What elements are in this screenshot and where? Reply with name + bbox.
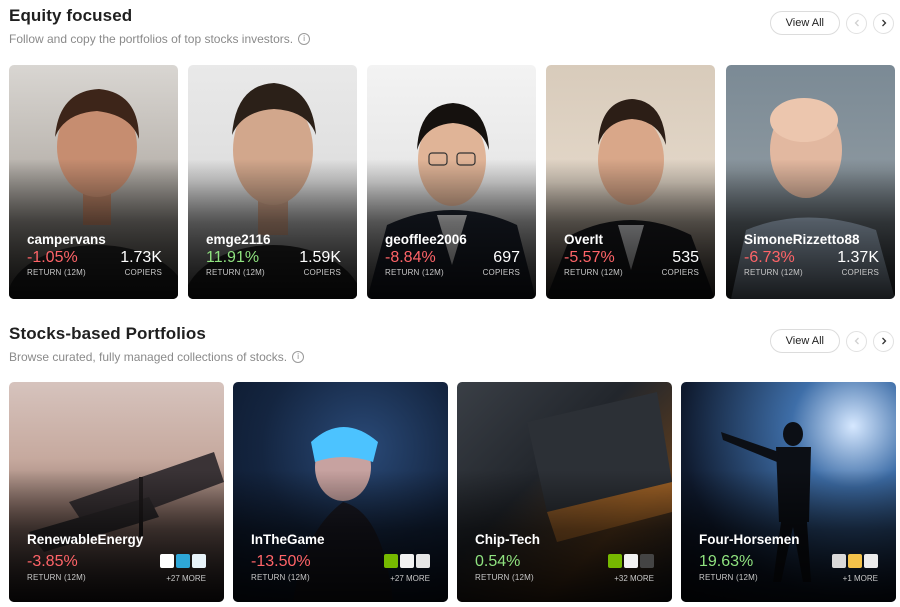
holding-logos [160,554,206,568]
holding-logo-icon [160,554,174,568]
copiers-label: COPIERS [482,268,520,277]
copiers-count: 535 [672,249,699,266]
portfolio-name: Chip-Tech [475,532,540,547]
portfolio-return: -13.50% [251,553,311,570]
return-label: RETURN (12M) [251,573,310,582]
return-label: RETURN (12M) [744,268,803,277]
copiers-count: 1.73K [120,249,162,266]
stocks-section-title: Stocks-based Portfolios [9,324,206,343]
return-label: RETURN (12M) [475,573,534,582]
investor-card-campervans[interactable]: campervans -1.05% RETURN (12M) 1.73K COP… [9,65,178,299]
copiers-label: COPIERS [661,268,699,277]
stocks-prev-button[interactable] [846,330,867,352]
copiers-count: 1.37K [837,249,879,266]
investor-name: emge2116 [206,232,271,247]
stocks-section-header: Stocks-based Portfolios Browse curated, … [9,324,305,364]
holding-logos [608,554,654,568]
portfolio-name: InTheGame [251,532,325,547]
equity-subtitle-text: Follow and copy the portfolios of top st… [9,32,294,46]
holding-logo-icon [608,554,622,568]
holding-logo-icon [192,554,206,568]
portfolio-card-four-horsemen[interactable]: Four-Horsemen 19.63% RETURN (12M) +1 MOR… [681,382,896,602]
copiers-count: 1.59K [299,249,341,266]
return-label: RETURN (12M) [27,573,86,582]
stocks-section-subtitle: Browse curated, fully managed collection… [9,350,305,364]
holding-logo-icon [864,554,878,568]
stocks-next-button[interactable] [873,330,894,352]
equity-prev-button[interactable] [846,12,867,34]
holding-logo-icon [640,554,654,568]
copiers-label: COPIERS [841,268,879,277]
return-label: RETURN (12M) [206,268,265,277]
holding-logos [384,554,430,568]
copiers-label: COPIERS [124,268,162,277]
investor-return: 11.91% [206,249,260,266]
return-label: RETURN (12M) [564,268,623,277]
portfolio-card-renewableenergy[interactable]: RenewableEnergy -3.85% RETURN (12M) +27 … [9,382,224,602]
info-icon[interactable]: i [292,351,305,363]
equity-view-all-button[interactable]: View All [769,11,840,35]
investor-return: -6.73% [744,249,795,266]
holding-logo-icon [400,554,414,568]
investor-card-geofflee2006[interactable]: geofflee2006 -8.84% RETURN (12M) 697 COP… [367,65,536,299]
portfolio-return: -3.85% [27,553,78,570]
equity-section-title: Equity focused [9,6,133,25]
investor-return: -8.84% [385,249,436,266]
chevron-left-icon [854,337,859,345]
equity-section-header: Equity focused Follow and copy the portf… [9,6,311,46]
more-holdings-count: +27 MORE [390,574,430,583]
more-holdings-count: +1 MORE [842,574,878,583]
holding-logo-icon [176,554,190,568]
holding-logo-icon [624,554,638,568]
equity-section-actions: View All [769,11,894,35]
more-holdings-count: +27 MORE [166,574,206,583]
chevron-right-icon [881,337,886,345]
investor-card-overit[interactable]: OverIt -5.57% RETURN (12M) 535 COPIERS [546,65,715,299]
investor-card-simonerizzetto88[interactable]: SimoneRizzetto88 -6.73% RETURN (12M) 1.3… [726,65,895,299]
holding-logo-icon [384,554,398,568]
equity-next-button[interactable] [873,12,894,34]
portfolio-card-chip-tech[interactable]: Chip-Tech 0.54% RETURN (12M) +32 MORE [457,382,672,602]
investor-return: -5.57% [564,249,615,266]
chevron-right-icon [881,19,886,27]
chevron-left-icon [854,19,859,27]
holding-logo-icon [832,554,846,568]
return-label: RETURN (12M) [385,268,444,277]
investor-name: campervans [27,232,106,247]
holding-logos [832,554,878,568]
portfolio-return: 0.54% [475,553,521,570]
investor-name: SimoneRizzetto88 [744,232,860,247]
holding-logo-icon [416,554,430,568]
stocks-subtitle-text: Browse curated, fully managed collection… [9,350,288,364]
return-label: RETURN (12M) [699,573,758,582]
copiers-label: COPIERS [303,268,341,277]
investor-card-emge2116[interactable]: emge2116 11.91% RETURN (12M) 1.59K COPIE… [188,65,357,299]
stocks-view-all-button[interactable]: View All [769,329,840,353]
portfolio-name: Four-Horsemen [699,532,800,547]
portfolio-name: RenewableEnergy [27,532,144,547]
portfolio-card-inthegame[interactable]: InTheGame -13.50% RETURN (12M) +27 MORE [233,382,448,602]
equity-section-subtitle: Follow and copy the portfolios of top st… [9,32,311,46]
copiers-count: 697 [493,249,520,266]
investor-name: OverIt [564,232,604,247]
info-icon[interactable]: i [298,33,311,45]
investor-name: geofflee2006 [385,232,467,247]
portfolio-return: 19.63% [699,553,754,570]
holding-logo-icon [848,554,862,568]
more-holdings-count: +32 MORE [614,574,654,583]
investor-return: -1.05% [27,249,78,266]
return-label: RETURN (12M) [27,268,86,277]
stocks-section-actions: View All [769,329,894,353]
